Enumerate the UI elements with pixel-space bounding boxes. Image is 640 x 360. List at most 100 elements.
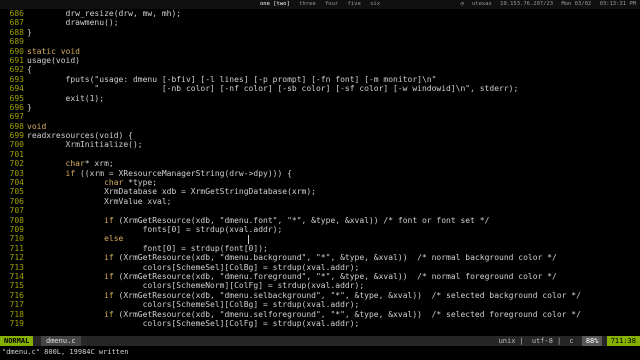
tag-5[interactable]: five [348, 1, 361, 7]
system-status: ◔ utexas 10.153.76.207/23 Mon 03/02 03:1… [455, 0, 636, 9]
code-line: 696} [0, 103, 640, 112]
code-line: 689 [0, 37, 640, 46]
line-number: 686 [9, 9, 24, 18]
line-number: 712 [9, 253, 24, 263]
code-line: 695 exit(1); [0, 94, 640, 103]
line-number: 698 [9, 121, 24, 131]
line-text: usage(void) [27, 55, 80, 65]
line-text: drw_resize(drw, mw, mh); [27, 9, 182, 18]
code-line: 708 if (XrmGetResource(xdb, "dmenu.font"… [0, 216, 640, 225]
code-line: 710 else [0, 234, 640, 243]
code-line: 699 readxresources(void) { [0, 131, 640, 140]
line-number: 689 [9, 37, 24, 47]
line-text: if (XrmGetResource(xdb, "dmenu.foregroun… [104, 271, 557, 281]
code-line: 704 char *type; [0, 178, 640, 187]
code-line: 716 if (XrmGetResource(xdb, "dmenu.selba… [0, 291, 640, 300]
code-line: 714 if (XrmGetResource(xdb, "dmenu.foreg… [0, 272, 640, 281]
line-text: XrmValue xval; [27, 196, 172, 206]
editor-buffer[interactable]: 686 drw_resize(drw, mw, mh); 687 drawmenu… [0, 9, 640, 335]
fileformat-label: unix [498, 337, 516, 345]
code-line: 705 XrmDatabase xdb = XrmGetStringDataba… [0, 187, 640, 196]
line-text: char* xrm; [65, 159, 114, 169]
mode-indicator: NORMAL [0, 336, 34, 346]
line-text: if (XrmGetResource(xdb, "dmenu.selforegr… [104, 309, 581, 319]
date: Mon 03/02 [561, 1, 592, 7]
vim-statusline: NORMAL dmenu.c unix | utf-8 | c 88% 711:38 [0, 336, 640, 346]
percent-label: 88% [581, 336, 603, 346]
line-text: colors[SchemeSel][ColBg] = strdup(xval.a… [27, 300, 360, 310]
code-line: 719 colors[SchemeSel][ColFg] = strdup(xv… [0, 319, 640, 328]
code-line: 697 [0, 112, 640, 121]
line-number: 707 [9, 206, 24, 216]
statusline-right: unix | utf-8 | c 88% 711:38 [495, 336, 640, 346]
line-number: 709 [9, 224, 24, 234]
line-number: 713 [9, 262, 24, 272]
line-text: " [-nb color] [-nf color] [-sb color] [-… [27, 84, 519, 94]
command-message: "dmenu.c" 800L, 19984C written [2, 348, 129, 356]
tag-4[interactable]: four [325, 1, 338, 7]
top-status-bar: one [two] three four five six ◔ utexas 1… [0, 0, 640, 9]
code-line: 691 usage(void) [0, 56, 640, 65]
line-number: 715 [9, 281, 24, 291]
filetype-label: c [569, 337, 574, 345]
line-number: 700 [9, 140, 24, 150]
line-number: 703 [9, 168, 24, 178]
line-text: colors[SchemeNorm][ColFg] = strdup(xval.… [27, 281, 365, 291]
line-number: 708 [9, 215, 24, 225]
code-line: 713 colors[SchemeSel][ColBg] = strdup(xv… [0, 263, 640, 272]
line-number: 716 [9, 290, 24, 300]
code-line: 693 fputs("usage: dmenu [-bfiv] [-l line… [0, 75, 640, 84]
code-line: 702 char* xrm; [0, 159, 640, 168]
line-text: void [27, 121, 47, 131]
line-number: 719 [9, 318, 24, 328]
time: 03:13:31 PM [599, 1, 636, 7]
line-text: drawmenu(); [27, 18, 119, 28]
code-line: 706 XrmValue xval; [0, 197, 640, 206]
code-line: 686 drw_resize(drw, mw, mh); [0, 9, 640, 18]
line-text: fputs("usage: dmenu [-bfiv] [-l lines] [… [27, 74, 437, 84]
line-number: 687 [9, 18, 24, 28]
line-text: XrmDatabase xdb = XrmGetStringDatabase(x… [27, 187, 316, 197]
line-number: 705 [9, 187, 24, 197]
line-text: if (XrmGetResource(xdb, "dmenu.selbackgr… [104, 290, 581, 300]
line-text: } [27, 27, 32, 37]
line-number: 691 [9, 55, 24, 65]
line-text: if (XrmGetResource(xdb, "dmenu.backgroun… [104, 253, 557, 263]
line-number: 702 [9, 159, 24, 169]
line-text: XrmInitialize(); [27, 140, 143, 150]
line-number: 706 [9, 196, 24, 206]
ip-address: 10.153.76.207/23 [500, 1, 554, 7]
code-line: 688} [0, 28, 640, 37]
code-line: 707 [0, 206, 640, 215]
line-text: if ((xrm = XResourceManagerString(drw->d… [65, 168, 292, 178]
line-number: 710 [9, 234, 24, 244]
line-number: 699 [9, 131, 24, 141]
tag-3[interactable]: three [299, 1, 316, 7]
tag-1[interactable]: one [two] [260, 1, 290, 7]
line-text: fonts[0] = strdup(xval.addr); [27, 224, 283, 234]
line-number: 718 [9, 309, 24, 319]
code-line: 690 static void [0, 47, 640, 56]
code-line: 711 font[0] = strdup(font[0]); [0, 244, 640, 253]
code-line: 703 if ((xrm = XResourceManagerString(dr… [0, 169, 640, 178]
line-text: else [104, 234, 124, 244]
line-text: { [27, 65, 32, 75]
code-line: 692{ [0, 65, 640, 74]
code-line: 715 colors[SchemeNorm][ColFg] = strdup(x… [0, 281, 640, 290]
code-line: 717 colors[SchemeSel][ColBg] = strdup(xv… [0, 300, 640, 309]
tag-6[interactable]: six [370, 1, 380, 7]
line-text: colors[SchemeSel][ColFg] = strdup(xval.a… [27, 318, 360, 328]
wifi-icon: ◔ [460, 1, 464, 7]
line-number: 692 [9, 65, 24, 75]
line-number: 696 [9, 102, 24, 112]
line-text: exit(1); [27, 93, 105, 103]
line-number: 711 [9, 243, 24, 253]
code-line: 694 " [-nb color] [-nf color] [-sb color… [0, 84, 640, 93]
line-text: static void [27, 46, 80, 56]
line-text: char *type; [104, 178, 158, 188]
line-text: } [27, 102, 32, 112]
line-text: font[0] = strdup(font[0]); [27, 243, 268, 253]
line-number: 695 [9, 93, 24, 103]
code-line: 687 drawmenu(); [0, 18, 640, 27]
code-line: 718 if (XrmGetResource(xdb, "dmenu.selfo… [0, 310, 640, 319]
